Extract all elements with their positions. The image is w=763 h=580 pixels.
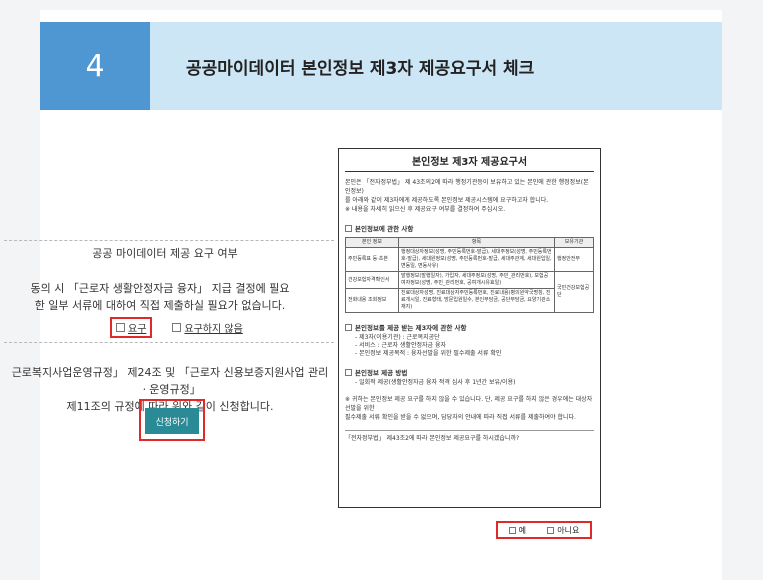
col-header: 본인 정보 [345, 237, 399, 248]
form-note-2: 필수제출 서류 확인을 받을 수 없으며, 담당자의 안내에 따라 직접 서류를… [345, 414, 576, 421]
table-cell: 발행정보(발행일자), 가입자, 세대주정보(성명, 주민_관리번호), 보험공… [398, 271, 555, 289]
table-cell: 행정안전부 [554, 247, 594, 272]
step-number: 4 [40, 22, 150, 110]
section-2-item: - 제3자(이용기관) : 근로복지공단 [355, 334, 440, 341]
form-question: 「전자정부법」 제43조2에 따라 본인정보 제공요구를 하시겠습니까? [345, 430, 594, 443]
section-2-item: - 본인정보 제공목적 : 융자선발을 위한 필수제출 서류 확인 [355, 350, 502, 357]
table-header-row: 본인 정보 항목 보유기관 [345, 237, 594, 248]
consent-options: 요구 요구하지 않음 [110, 317, 243, 338]
section-3-items: - 일회적 제공(생활안정자금 융자 적격 심사 후 1년간 보유/이용) [355, 379, 594, 387]
table-cell: 국민건강보험공단 [554, 271, 594, 313]
answer-no-checkbox[interactable] [547, 526, 555, 534]
divider-bottom [4, 342, 334, 343]
option-not-require[interactable]: 요구하지 않음 [172, 320, 243, 335]
section-2-title: 본인정보를 제공 받는 제3자에 관한 사항 [355, 324, 467, 332]
answer-yes[interactable]: 예 [508, 525, 526, 536]
table-cell: 주민등록표 등·초본 [345, 247, 399, 272]
form-note-1: ※ 귀하는 본인정보 제공 요구를 하지 않을 수 있습니다. 단, 제공 요구… [345, 396, 593, 412]
form-intro-3: ※ 내용을 자세히 읽으신 후 제공요구 여부를 결정하여 주십시오. [345, 206, 506, 213]
form-title: 본인정보 제3자 제공요구서 [345, 153, 594, 172]
table-row: 주민등록표 등·초본 행정대상자정보(성명, 주민등록번호-발급), 세대주정보… [345, 247, 594, 272]
require-checkbox[interactable] [116, 323, 125, 332]
option-require[interactable]: 요구 [110, 317, 153, 338]
answer-yes-checkbox[interactable] [508, 526, 516, 534]
form-intro-1: 본인은 「전자정부법」 제 43조의2에 따라 행정기관등이 보유하고 있는 본… [345, 179, 589, 195]
not-require-label: 요구하지 않음 [184, 324, 243, 335]
apply-line-1: 근로복지사업운영규정」 제24조 및 「근로자 신용보증지원사업 관리ㆍ운영규정… [11, 366, 329, 396]
step-header: 4 공공마이데이터 본인정보 제3자 제공요구서 체크 [40, 22, 722, 110]
info-table: 본인 정보 항목 보유기관 주민등록표 등·초본 행정대상자정보(성명, 주민등… [345, 237, 594, 313]
form-section-3: 본인정보 제공 방법 [345, 367, 594, 377]
answer-no-label: 아니요 [557, 525, 580, 535]
form-section-1: 본인정보에 관한 사항 [345, 223, 594, 233]
table-cell: 진료대상자성명, 진료대상자주민등록번호, 진료내용(병의원약국명칭, 진료개시… [398, 288, 555, 313]
form-intro-2: 를 아래와 같이 제3자에게 제공하도록 본인정보 제공시스템에 요구하고자 합… [345, 197, 549, 204]
apply-button[interactable]: 신청하기 [145, 408, 199, 434]
divider-top [4, 240, 334, 241]
col-header: 항목 [398, 237, 555, 248]
consent-description: 동의 시 「근로자 생활안정자금 융자」 지급 결정에 필요 한 일부 서류에 … [20, 280, 300, 314]
consent-form-document: 본인정보 제3자 제공요구서 본인은 「전자정부법」 제 43조의2에 따라 행… [338, 148, 601, 508]
table-cell: 건강보험자격확인서 [345, 271, 399, 289]
form-answer-options: 예 아니요 [496, 521, 592, 539]
section-2-checkbox-icon [345, 323, 352, 331]
form-section-2: 본인정보를 제공 받는 제3자에 관한 사항 [345, 322, 594, 332]
section-2-items: - 제3자(이용기관) : 근로복지공단 - 서비스 : 근로자 생활안정자금 … [355, 334, 594, 358]
answer-yes-label: 예 [518, 525, 526, 535]
section-1-title: 본인정보에 관한 사항 [355, 225, 414, 233]
table-cell: 행정대상자정보(성명, 주민등록번호-발급), 세대주정보(성명, 주민등록번호… [398, 247, 555, 272]
section-1-checkbox-icon [345, 224, 352, 232]
step-title: 공공마이데이터 본인정보 제3자 제공요구서 체크 [186, 58, 535, 79]
section-3-item: - 일회적 제공(생활안정자금 융자 적격 심사 후 1년간 보유/이용) [355, 379, 516, 386]
consent-line-2: 한 일부 서류에 대하여 직접 제출하실 필요가 없습니다. [34, 299, 286, 312]
consent-title: 공공 마이데이터 제공 요구 여부 [92, 247, 238, 260]
form-intro: 본인은 「전자정부법」 제 43조의2에 따라 행정기관등이 보유하고 있는 본… [345, 178, 594, 214]
table-row: 건강보험자격확인서 발행정보(발행일자), 가입자, 세대주정보(성명, 주민_… [345, 271, 594, 313]
consent-line-1: 동의 시 「근로자 생활안정자금 융자」 지급 결정에 필요 [30, 282, 290, 295]
form-note: ※ 귀하는 본인정보 제공 요구를 하지 않을 수 있습니다. 단, 제공 요구… [345, 395, 594, 422]
not-require-checkbox[interactable] [172, 323, 182, 332]
table-cell: 전화내용 조회정보 [345, 288, 399, 313]
col-header: 보유기관 [554, 237, 594, 248]
section-2-item: - 서비스 : 근로자 생활안정자금 융자 [355, 342, 447, 349]
section-3-title: 본인정보 제공 방법 [355, 369, 408, 377]
section-3-checkbox-icon [345, 368, 352, 376]
require-label: 요구 [128, 324, 147, 335]
answer-no[interactable]: 아니요 [547, 525, 579, 536]
